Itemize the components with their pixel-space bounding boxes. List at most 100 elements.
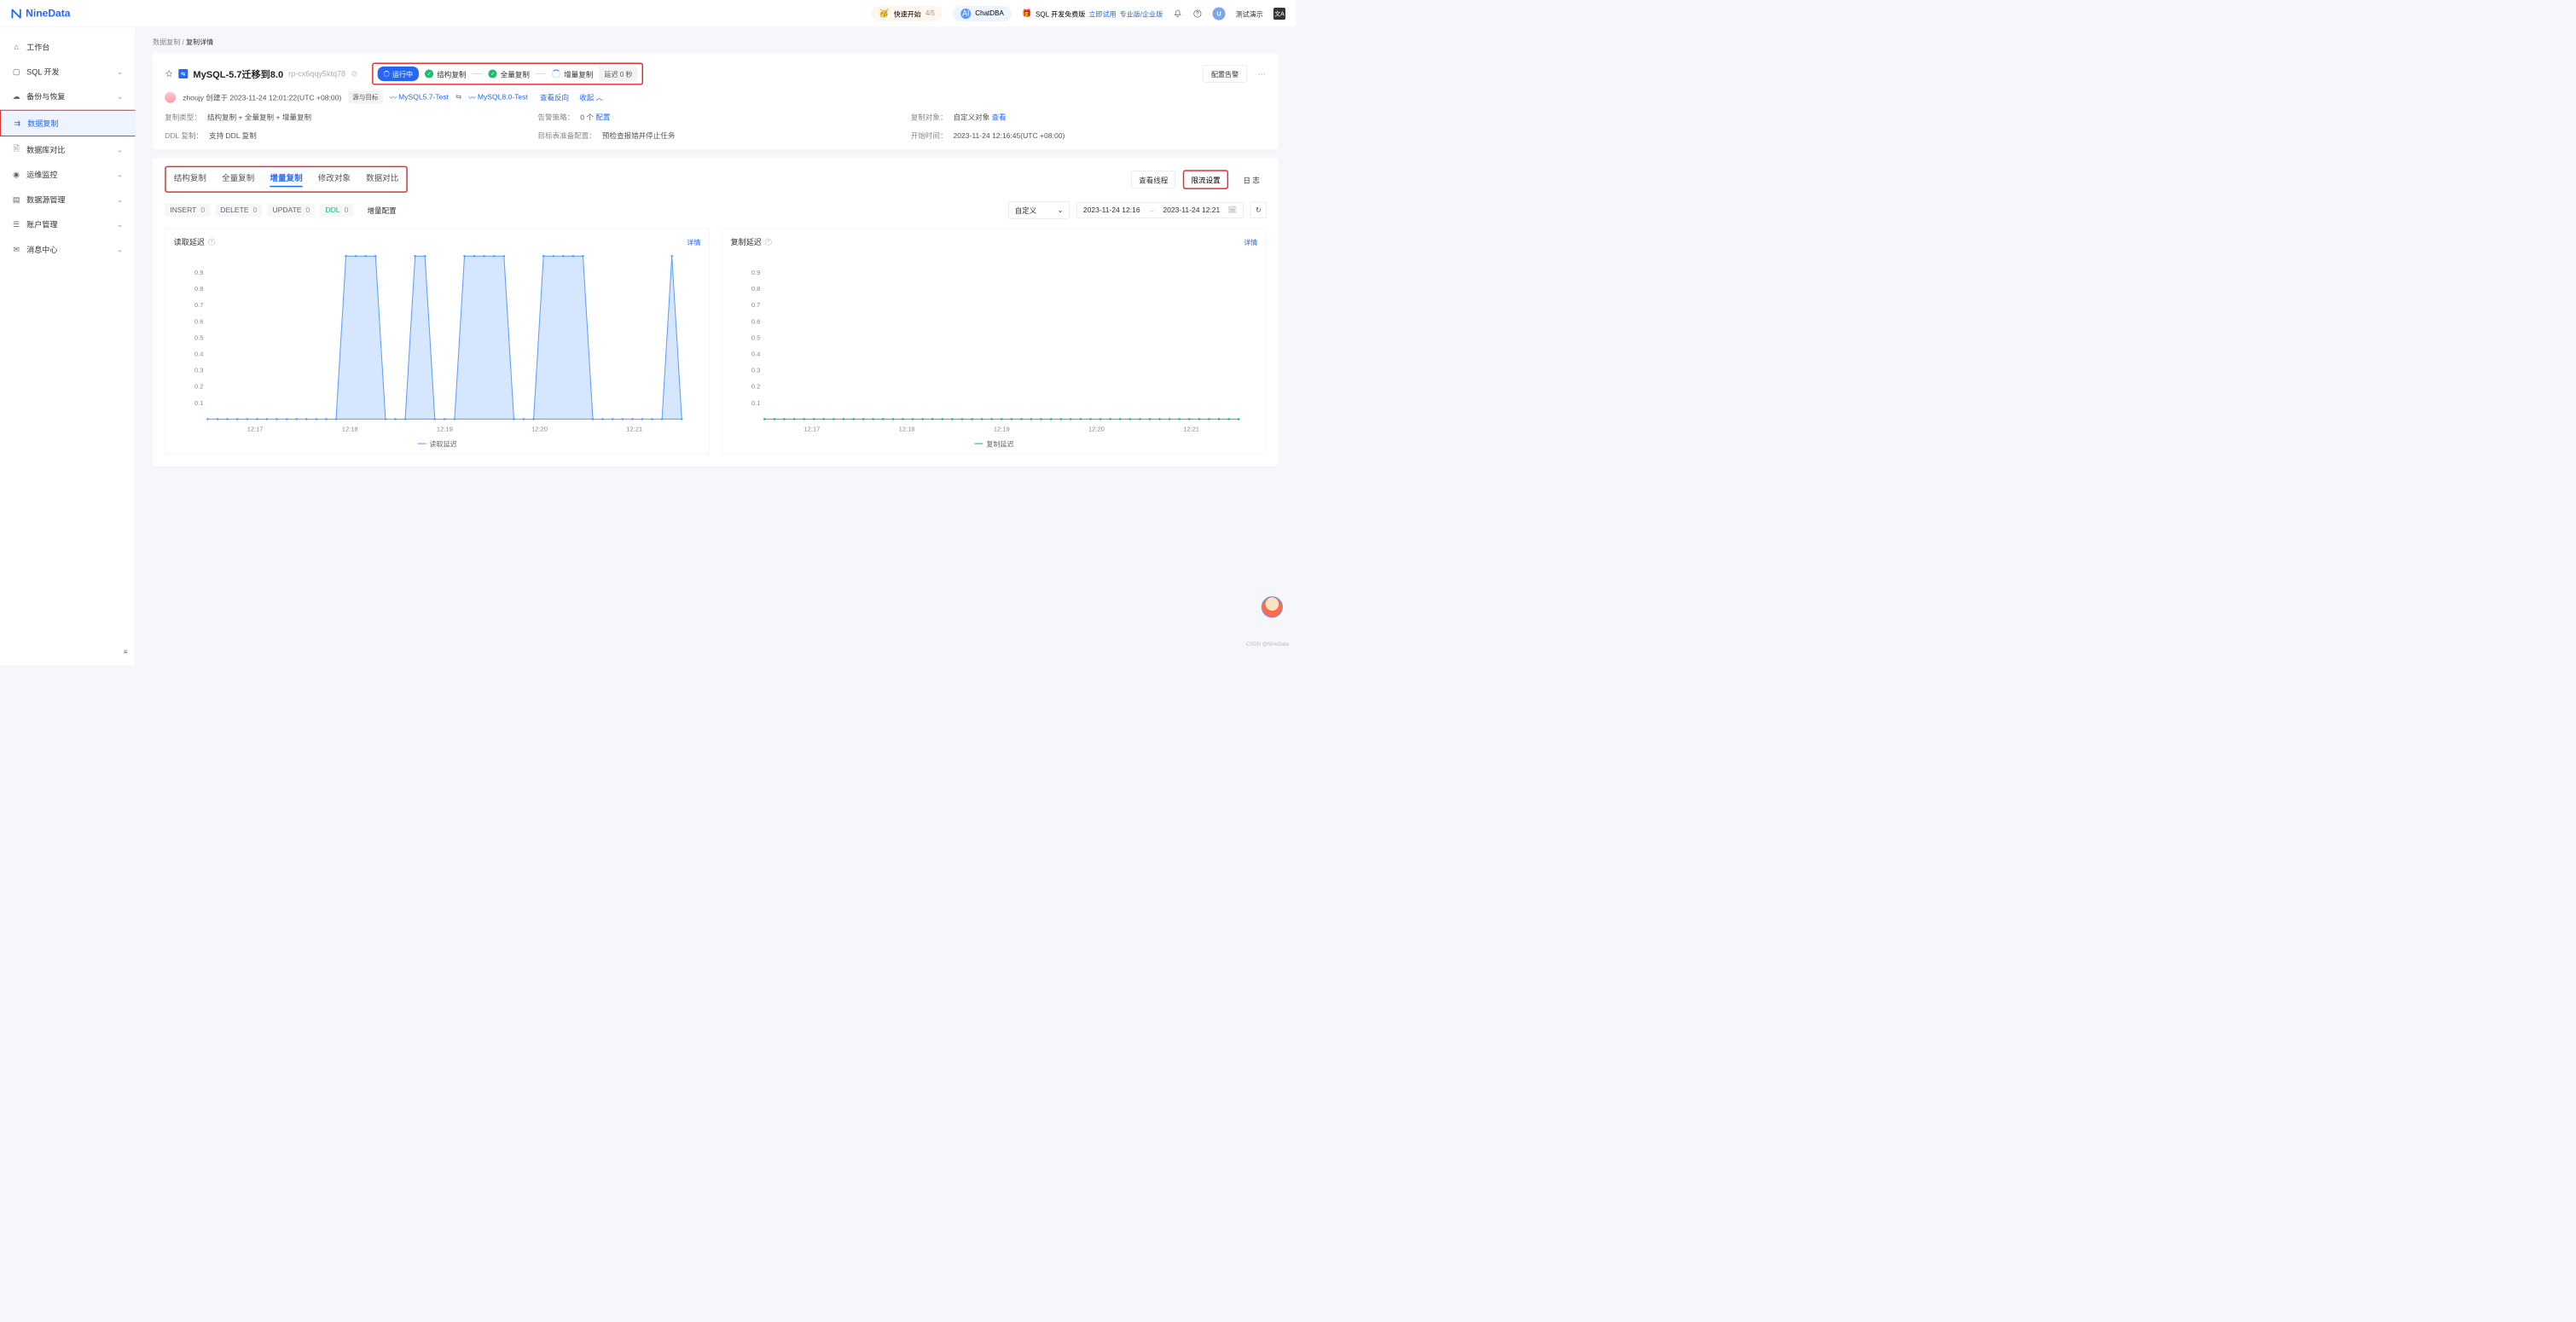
sidebar-item-sql[interactable]: ▢SQL 开发⌄ (0, 59, 135, 84)
sidebar-item-datasource[interactable]: ▤数据源管理⌄ (0, 187, 135, 212)
ai-icon: AI (960, 9, 971, 19)
inc-config-link[interactable]: 增量配置 (367, 205, 396, 216)
more-icon[interactable]: ⋯ (1258, 69, 1267, 78)
tab-inc[interactable]: 增量复制 (270, 171, 302, 187)
sidebar-item-ops[interactable]: ◉运维监控⌄ (0, 162, 135, 187)
tab-struct[interactable]: 结构复制 (174, 171, 206, 187)
sidebar-item-label: 账户管理 (26, 219, 57, 230)
info-objects: 复制对象：自定义对象 查看 (911, 111, 1267, 122)
svg-text:12:20: 12:20 (531, 426, 548, 433)
alert-config-button[interactable]: 配置告警 (1203, 65, 1246, 82)
sidebar-item-account[interactable]: ☰ 账户管理 ⌄ (0, 212, 135, 236)
view-threads-button[interactable]: 查看线程 (1132, 171, 1175, 188)
copy-icon[interactable] (351, 70, 358, 78)
date-range-picker[interactable]: 2023-11-24 12:16 → 2023-11-24 12:21 🗓 (1076, 202, 1243, 217)
status-box: 运行中 ✓结构复制 ✓全量复制 增量复制 延迟 0 秒 (372, 62, 643, 84)
sidebar-item-backup[interactable]: ☁备份与恢复⌄ (0, 84, 135, 109)
svg-text:0.3: 0.3 (751, 367, 760, 374)
view-objects-link[interactable]: 查看 (992, 113, 1007, 122)
star-icon[interactable] (165, 69, 173, 78)
summary-card: ↹ MySQL-5.7迁移到8.0 rp-cx6qqy5ktq78 运行中 ✓结… (153, 53, 1279, 149)
tab-modify[interactable]: 修改对象 (318, 171, 351, 187)
pro-ent-link[interactable]: 专业版/企业版 (1120, 9, 1163, 19)
info-alert: 告警策略：0 个 配置 (537, 111, 893, 122)
chatdba-pill[interactable]: AI ChatDBA (953, 6, 1012, 21)
translate-icon[interactable]: 文A (1273, 8, 1285, 20)
config-alert-link[interactable]: 配置 (595, 113, 610, 122)
collapse-sidebar-icon[interactable]: ≡ (124, 649, 128, 657)
tab-full[interactable]: 全量复制 (222, 171, 254, 187)
tab-compare[interactable]: 数据对比 (366, 171, 398, 187)
main: 数据复制 / 复制详情 ↹ MySQL-5.7迁移到8.0 rp-cx6qqy5… (136, 27, 1296, 664)
svg-text:12:18: 12:18 (342, 426, 358, 433)
svg-text:0.2: 0.2 (751, 383, 760, 391)
sidebar-item-compare[interactable]: 🗎数据库对比⌄ (0, 137, 135, 162)
try-now-link[interactable]: 立即试用 (1088, 9, 1116, 19)
sidebar-item-msg[interactable]: ✉消息中心⌄ (0, 237, 135, 262)
chart-svg: 0.10.20.30.40.50.60.70.80.912:1712:1812:… (731, 252, 1258, 436)
info-type: 复制类型：结构复制 + 全量复制 + 增量复制 (165, 111, 520, 122)
chevron-down-icon: ⌄ (117, 220, 124, 229)
breadcrumb-root[interactable]: 数据复制 (153, 38, 180, 46)
pill-update[interactable]: UPDATE0 (267, 204, 315, 217)
rate-limit-button[interactable]: 限流设置 (1183, 170, 1228, 189)
chevron-down-icon: ⌄ (117, 195, 124, 205)
pill-delete[interactable]: DELETE0 (215, 204, 262, 217)
info-starttime: 开始时间：2023-11-24 12:16:45(UTC +08:00) (911, 130, 1267, 141)
info-ddl: DDL 复制：支持 DDL 复制 (165, 130, 520, 141)
collapse-link[interactable]: 收起︿ (579, 92, 603, 103)
copy-icon: ⇉ (13, 119, 21, 127)
chart-detail-link[interactable]: 详情 (687, 237, 700, 247)
spinner-icon (384, 71, 390, 77)
logo[interactable]: NineData (10, 8, 70, 20)
quick-start-fraction: 4/5 (925, 9, 935, 17)
task-title: MySQL-5.7迁移到8.0 (193, 67, 283, 80)
pill-insert[interactable]: INSERT0 (165, 204, 210, 217)
help-icon[interactable] (1192, 9, 1202, 18)
source-db-link[interactable]: 〰MySQL5.7-Test (390, 92, 449, 103)
quick-start-pill[interactable]: 🥳 快速开始 4/5 (871, 6, 943, 21)
task-id: rp-cx6qqy5ktq78 (288, 69, 345, 78)
bell-icon[interactable] (1173, 9, 1182, 18)
svg-text:0.8: 0.8 (194, 285, 203, 293)
chart-title: 复制延迟 (731, 236, 762, 247)
user-name[interactable]: 测试演示 (1236, 9, 1263, 19)
chevron-down-icon: ⌄ (1058, 206, 1064, 214)
loading-icon (552, 69, 560, 78)
svg-text:0.8: 0.8 (751, 285, 760, 293)
home-icon: ⌂ (12, 43, 20, 51)
breadcrumb-current: 复制详情 (186, 38, 213, 46)
svg-text:0.3: 0.3 (194, 367, 203, 374)
sidebar-item-label: 工作台 (26, 41, 49, 52)
svg-text:12:19: 12:19 (994, 426, 1010, 433)
chart-legend: 读取延迟 (174, 438, 701, 449)
help-icon[interactable]: ? (765, 239, 772, 246)
svg-text:0.5: 0.5 (751, 333, 760, 341)
pill-ddl[interactable]: DDL0 (320, 204, 353, 217)
svg-text:12:18: 12:18 (899, 426, 915, 433)
view-reverse-link[interactable]: 查看反向 (540, 92, 569, 103)
sidebar-item-replication[interactable]: ⇉数据复制 (0, 110, 135, 136)
support-avatar-float[interactable] (1262, 596, 1283, 618)
chevron-down-icon: ⌄ (117, 170, 124, 179)
svg-text:0.9: 0.9 (751, 269, 760, 276)
chevron-down-icon: ⌄ (117, 245, 124, 254)
delay-chip: 延迟 0 秒 (599, 67, 637, 81)
logs-button[interactable]: 日 志 (1236, 171, 1267, 188)
sql-free-label: SQL 开发免费版 (1036, 9, 1085, 19)
svg-text:0.4: 0.4 (751, 350, 760, 357)
chart-detail-link[interactable]: 详情 (1244, 237, 1257, 247)
task-type-icon: ↹ (178, 69, 188, 78)
svg-text:0.7: 0.7 (194, 301, 203, 309)
brand-text: NineData (26, 8, 70, 20)
src-tgt-chip: 源与目标 (348, 91, 382, 104)
stage-inc: 增量复制 (552, 68, 593, 79)
refresh-button[interactable]: ↻ (1250, 202, 1267, 218)
avatar[interactable]: U (1212, 7, 1225, 20)
range-select[interactable]: 自定义⌄ (1008, 201, 1070, 219)
help-icon[interactable]: ? (208, 239, 215, 246)
user-icon: ☰ (12, 220, 20, 229)
quick-start-label: 快速开始 (894, 9, 921, 19)
sidebar-item-worktable[interactable]: ⌂ 工作台 (0, 34, 135, 59)
target-db-link[interactable]: 〰MySQL8.0-Test (468, 92, 527, 103)
